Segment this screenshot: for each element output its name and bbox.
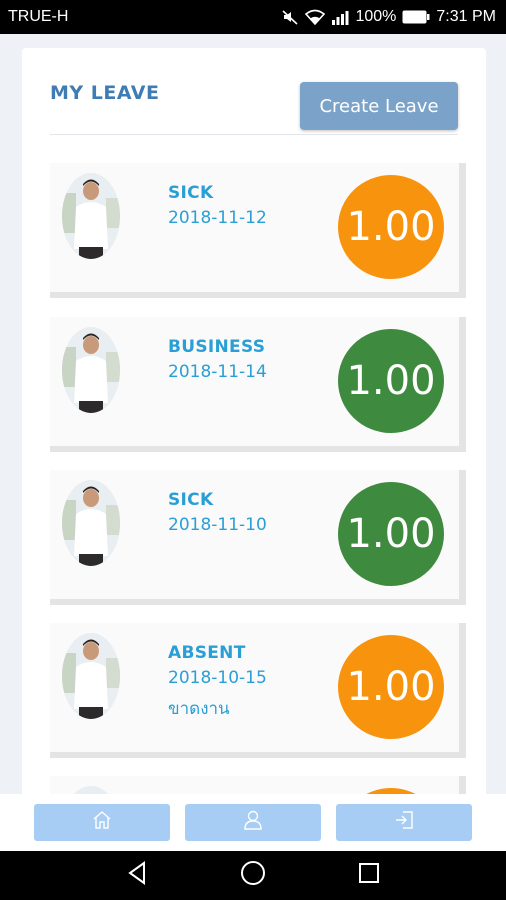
leave-date: 2018-11-12 bbox=[168, 208, 267, 228]
leave-amount-badge: 1.00 bbox=[338, 482, 444, 586]
profile-icon bbox=[242, 809, 264, 836]
leave-type: ABSENT bbox=[168, 643, 246, 663]
recents-icon[interactable] bbox=[358, 862, 380, 889]
leave-date: 2018-11-10 bbox=[168, 515, 267, 535]
time-label: 7:31 PM bbox=[436, 8, 496, 25]
leave-card[interactable]: BUSINESS 2018-11-14 1.00 bbox=[50, 317, 466, 452]
system-nav-bar bbox=[0, 851, 506, 900]
leave-amount-badge: 1.00 bbox=[338, 635, 444, 739]
home-circle-icon[interactable] bbox=[240, 860, 266, 891]
mute-icon bbox=[281, 8, 299, 26]
leave-type: BUSINESS bbox=[168, 337, 266, 357]
logout-button[interactable] bbox=[336, 804, 472, 841]
avatar bbox=[62, 327, 120, 413]
status-bar: TRUE-H 100% 7:31 PM bbox=[0, 0, 506, 34]
status-icons: 100% 7:31 PM bbox=[281, 8, 496, 26]
wifi-icon bbox=[305, 9, 326, 25]
profile-button[interactable] bbox=[185, 804, 321, 841]
leave-card[interactable]: SICK 2018-11-10 1.00 bbox=[50, 470, 466, 605]
battery-percent: 100% bbox=[355, 8, 397, 25]
leave-type: SICK bbox=[168, 490, 214, 510]
page-title: MY LEAVE bbox=[50, 82, 160, 104]
signal-icon bbox=[331, 10, 349, 25]
carrier-label: TRUE-H bbox=[8, 8, 69, 25]
leave-amount-badge: 1.00 bbox=[338, 329, 444, 433]
avatar bbox=[62, 633, 120, 719]
avatar bbox=[62, 480, 120, 566]
home-icon bbox=[91, 809, 113, 836]
panel-header: MY LEAVE Create Leave bbox=[22, 48, 486, 136]
home-button[interactable] bbox=[34, 804, 170, 841]
leave-card[interactable]: ABSENT 2018-10-15 ขาดงาน 1.00 bbox=[50, 623, 466, 758]
battery-icon bbox=[402, 10, 430, 24]
header-divider bbox=[50, 134, 458, 135]
create-leave-button[interactable]: Create Leave bbox=[300, 82, 458, 130]
logout-icon bbox=[393, 809, 415, 836]
leave-note: ขาดงาน bbox=[168, 699, 230, 719]
leave-date: 2018-11-14 bbox=[168, 362, 267, 382]
leave-card[interactable]: SICK 2018-11-12 1.00 bbox=[50, 163, 466, 298]
leave-date: 2018-10-15 bbox=[168, 668, 267, 688]
back-icon[interactable] bbox=[126, 861, 148, 890]
my-leave-panel: MY LEAVE Create Leave SICK 2018-11-12 1.… bbox=[22, 48, 486, 808]
leave-type: SICK bbox=[168, 183, 214, 203]
avatar bbox=[62, 173, 120, 259]
bottom-nav bbox=[0, 794, 506, 851]
leave-amount-badge: 1.00 bbox=[338, 175, 444, 279]
